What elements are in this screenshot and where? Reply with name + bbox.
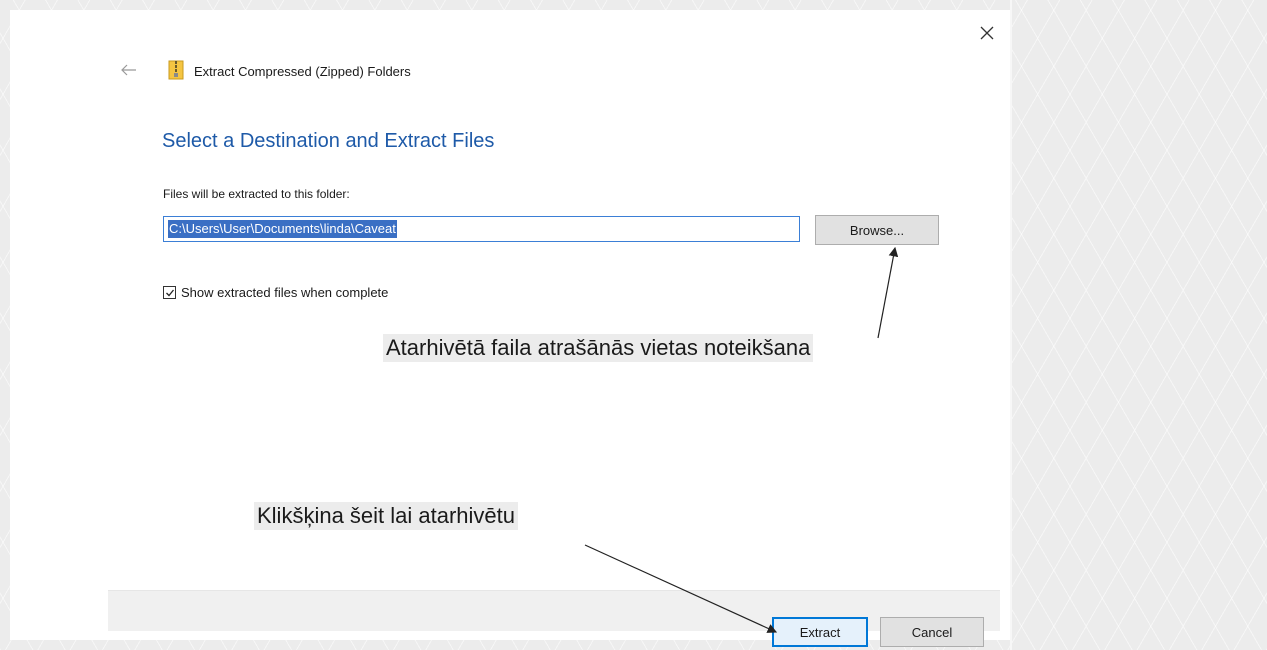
show-files-label[interactable]: Show extracted files when complete [181,285,388,300]
background-strip [1010,0,1012,650]
close-icon [980,26,994,40]
destination-path-input[interactable] [163,216,800,242]
back-button[interactable] [117,58,141,82]
show-files-checkbox[interactable] [163,286,176,299]
browse-annotation: Atarhivētā faila atrašānās vietas noteik… [383,334,814,362]
cancel-button[interactable]: Cancel [880,617,984,647]
browse-button[interactable]: Browse... [815,215,939,245]
destination-label: Files will be extracted to this folder: [163,187,350,201]
header-title: Extract Compressed (Zipped) Folders [194,64,411,79]
page-title: Select a Destination and Extract Files [162,130,495,152]
extract-annotation: Klikšķina šeit lai atarhivētu [254,502,519,530]
zip-folder-icon [168,60,184,80]
extract-dialog [10,10,1010,640]
extract-button[interactable]: Extract [772,617,868,647]
show-files-checkbox-row[interactable]: Show extracted files when complete [163,285,388,300]
back-arrow-icon [121,64,136,76]
checkmark-icon [165,289,174,296]
close-button[interactable] [972,18,1002,48]
